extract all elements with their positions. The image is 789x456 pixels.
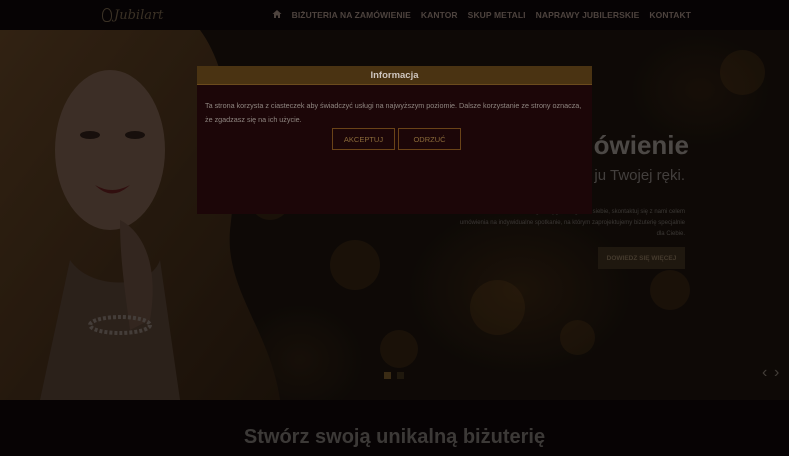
- accept-button[interactable]: AKCEPTUJ: [332, 128, 395, 150]
- modal-message: Ta strona korzysta z ciasteczek aby świa…: [205, 101, 582, 124]
- reject-button[interactable]: ODRZUĆ: [398, 128, 461, 150]
- cookie-consent-modal: Informacja Ta strona korzysta z ciastecz…: [197, 66, 592, 214]
- modal-actions: AKCEPTUJ ODRZUĆ: [332, 128, 461, 150]
- modal-title: Informacja: [197, 66, 592, 85]
